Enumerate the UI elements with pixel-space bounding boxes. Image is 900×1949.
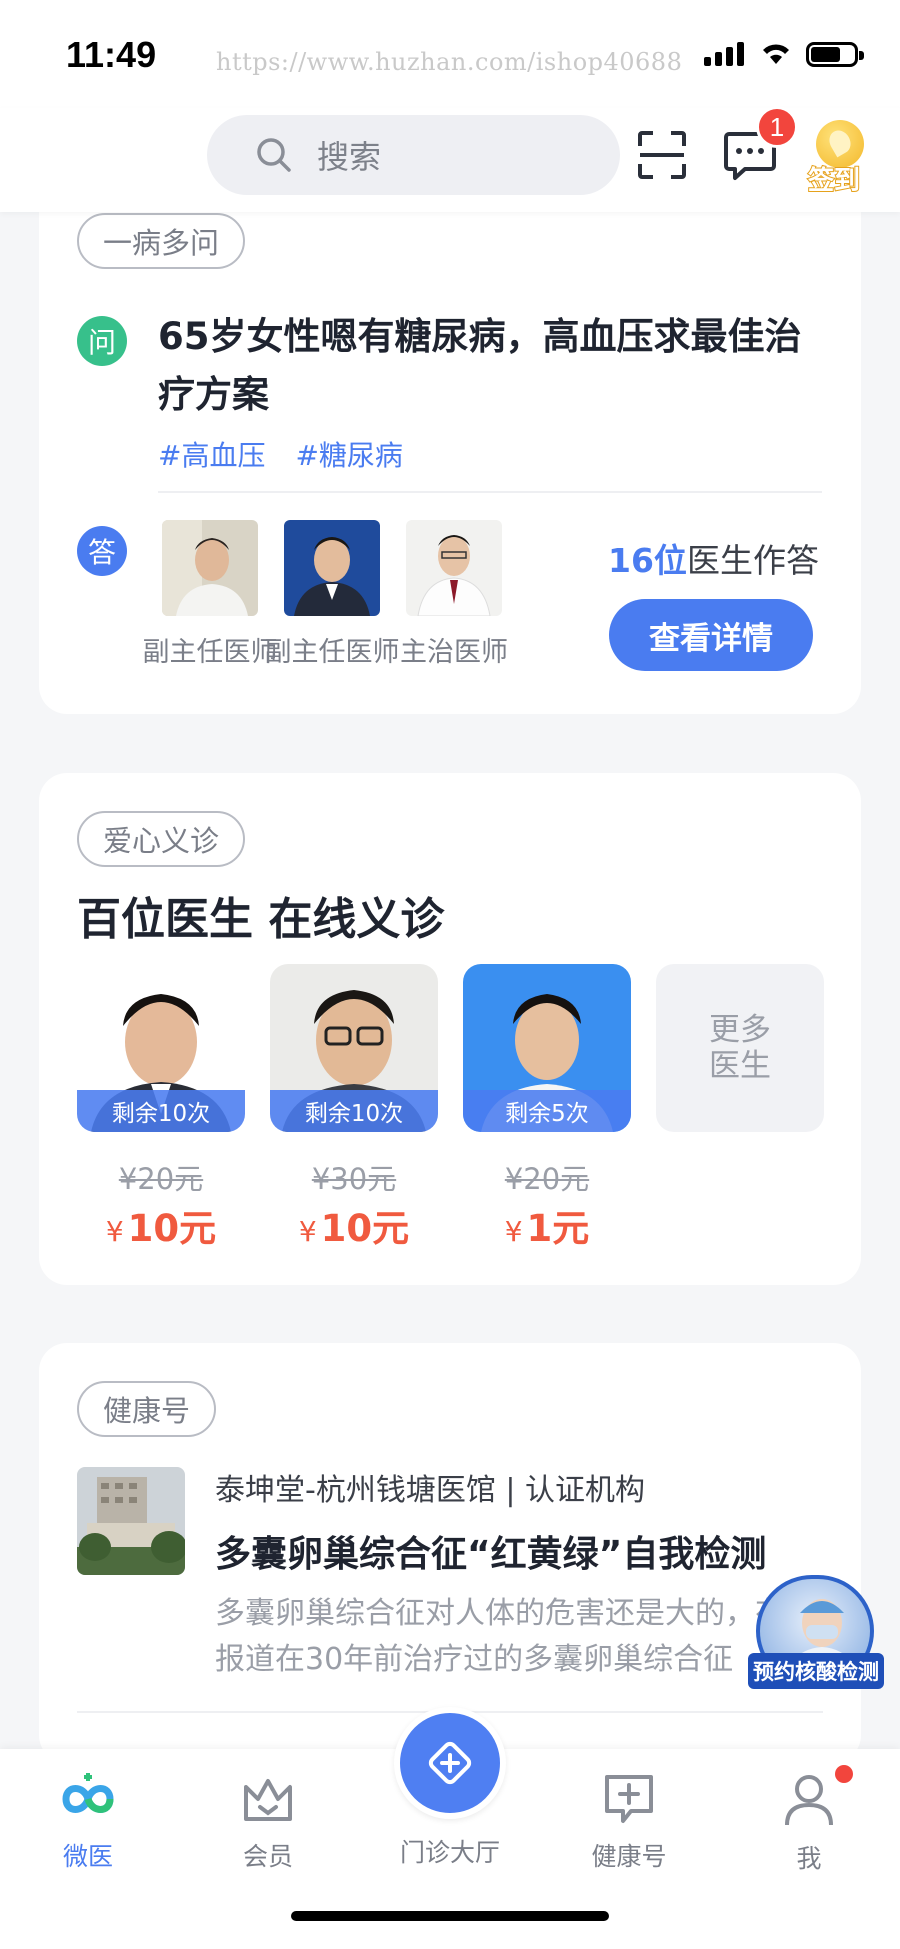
view-details-button[interactable]: 查看详情 [609, 599, 813, 671]
original-price: ¥20元 [504, 1162, 590, 1196]
status-time: 11:49 [66, 34, 157, 75]
tab-health-post[interactable]: 健康号 [569, 1773, 689, 1873]
clinic-hall-button[interactable] [394, 1707, 506, 1819]
message-badge: 1 [756, 106, 798, 148]
clinic-icon [428, 1741, 472, 1785]
question-icon: 问 [77, 316, 127, 366]
doctor-avatar [406, 520, 502, 616]
discount-price: ¥10元 [105, 1207, 217, 1250]
doctor-photo: 剩余10次 [77, 964, 245, 1132]
doctor-avatar [162, 520, 258, 616]
search-placeholder: 搜索 [317, 138, 382, 176]
charity-clinic-card: 爱心义诊 百位医生 在线义诊 剩余10次 ¥20元 ¥10元 剩余10次 ¥30… [39, 773, 861, 1285]
health-post-icon [605, 1775, 653, 1823]
notification-dot [835, 1765, 853, 1783]
question-title[interactable]: 65岁女性嗯有糖尿病，高血压求最佳治疗方案 [158, 308, 828, 424]
home-indicator [291, 1911, 609, 1921]
floating-ad-nucleic-test[interactable]: 预约核酸检测 [748, 1575, 884, 1690]
weiyi-logo-icon [62, 1773, 114, 1813]
section-tag: 健康号 [77, 1381, 217, 1437]
remaining-count: 剩余10次 [270, 1090, 438, 1132]
health-post-card[interactable]: 健康号 泰坤堂-杭州钱塘医馆 | 认证机构 多囊卵巢综合征“红黄绿”自我检测 多… [39, 1343, 861, 1763]
answer-count: 16位医生作答 [608, 541, 819, 580]
article-source: 泰坤堂-杭州钱塘医馆 | 认证机构 [215, 1473, 646, 1508]
original-price: ¥20元 [118, 1162, 204, 1196]
tab-member[interactable]: 会员 [208, 1773, 328, 1873]
discount-price: ¥10元 [298, 1207, 410, 1250]
discount-price: ¥1元 [504, 1207, 590, 1250]
search-icon [257, 138, 291, 172]
article-thumbnail [77, 1467, 185, 1575]
search-bar[interactable]: 搜索 [207, 115, 620, 195]
remaining-count: 剩余5次 [463, 1090, 631, 1132]
signin-button[interactable]: 签到 [806, 120, 870, 197]
doctor-title: 主治医师 [400, 637, 508, 668]
status-bar: 11:49 https://www.huzhan.com/ishop40688 [0, 0, 900, 108]
tab-label: 我 [796, 1844, 822, 1873]
topic-tags: #高血压 #糖尿病 [158, 434, 403, 474]
doctor-avatar [284, 520, 380, 616]
wifi-icon [763, 44, 789, 64]
doctor-photo: 剩余10次 [270, 964, 438, 1132]
charity-doctor-item[interactable]: 剩余10次 ¥20元 ¥10元 [77, 964, 245, 1252]
cellular-signal-icon [704, 42, 744, 66]
consult-card[interactable]: 一病多问 问 65岁女性嗯有糖尿病，高血压求最佳治疗方案 #高血压 #糖尿病 答… [39, 198, 861, 714]
charity-doctor-item[interactable]: 剩余5次 ¥20元 ¥1元 [463, 964, 631, 1252]
tab-label: 会员 [242, 1842, 293, 1871]
battery-icon [806, 42, 864, 67]
topic-tag[interactable]: #糖尿病 [295, 434, 402, 474]
divider [158, 491, 822, 493]
tab-me[interactable]: 我 [749, 1773, 869, 1875]
person-icon [785, 1775, 833, 1826]
more-doctors-button[interactable]: 更多医生 [656, 964, 824, 1132]
charity-doctor-item[interactable]: 剩余10次 ¥30元 ¥10元 [270, 964, 438, 1252]
doctor-photo: 剩余5次 [463, 964, 631, 1132]
original-price: ¥30元 [311, 1162, 397, 1196]
section-tag: 一病多问 [77, 213, 246, 269]
watermark-url: https://www.huzhan.com/ishop40688 [216, 48, 683, 76]
floating-ad-label: 预约核酸检测 [748, 1653, 884, 1689]
answer-icon: 答 [77, 526, 127, 576]
crown-icon [244, 1779, 292, 1821]
tab-weiyi[interactable]: 微医 [28, 1773, 148, 1873]
topic-tag[interactable]: #高血压 [158, 434, 265, 474]
doctor-item[interactable]: 主治医师 [381, 520, 527, 669]
article-excerpt: 多囊卵巢综合征对人体的危害还是大的，有报道在30年前治疗过的多囊卵巢综合征 [215, 1596, 785, 1677]
top-header: 搜索 1 签到 [0, 106, 900, 212]
tab-label[interactable]: 门诊大厅 [380, 1833, 520, 1869]
tab-label: 健康号 [591, 1842, 667, 1871]
scan-icon[interactable] [637, 130, 687, 180]
signin-label: 签到 [807, 165, 861, 197]
section-title: 百位医生 在线义诊 [77, 894, 445, 945]
section-tag: 爱心义诊 [77, 811, 246, 867]
bottom-tab-bar: 微医 会员 门诊大厅 健康号 我 [0, 1707, 900, 1949]
article-title[interactable]: 多囊卵巢综合征“红黄绿”自我检测 [215, 1525, 766, 1577]
remaining-count: 剩余10次 [77, 1090, 245, 1132]
tab-label: 微医 [62, 1842, 113, 1871]
